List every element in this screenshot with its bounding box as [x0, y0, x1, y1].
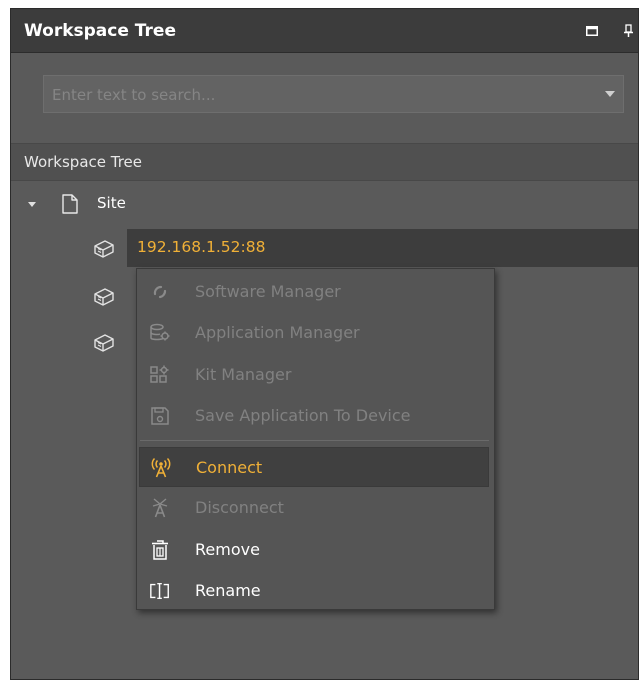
menu-item-label: Software Manager [195, 282, 341, 301]
menu-item-application-manager[interactable]: Application Manager [139, 313, 489, 353]
maximize-icon [586, 26, 598, 36]
rename-icon [149, 580, 171, 602]
device-icon [94, 240, 114, 258]
chevron-down-icon [605, 91, 615, 97]
menu-item-disconnect[interactable]: Disconnect [139, 488, 489, 528]
pin-icon [624, 24, 633, 37]
pin-button[interactable] [618, 20, 639, 42]
antenna-off-icon [149, 497, 171, 519]
menu-item-connect[interactable]: Connect [139, 447, 489, 487]
menu-item-kit-manager[interactable]: Kit Manager [139, 355, 489, 395]
menu-item-rename[interactable]: Rename [139, 571, 489, 611]
tree-node-site[interactable]: Site [11, 185, 638, 223]
device-icon [94, 288, 114, 306]
panel-title: Workspace Tree [24, 20, 176, 41]
maximize-button[interactable] [581, 20, 603, 42]
context-menu: Software Manager Application Manager Kit… [136, 268, 495, 610]
menu-item-software-manager[interactable]: Software Manager [139, 272, 489, 312]
device-icon [94, 334, 114, 352]
device-label: 192.168.1.52:88 [137, 238, 266, 256]
menu-item-save-application-to-device[interactable]: Save Application To Device [139, 396, 489, 436]
refresh-icon [149, 281, 171, 303]
search-dropdown-button[interactable] [603, 87, 617, 101]
grid-gear-icon [149, 364, 171, 386]
database-gear-icon [149, 322, 171, 344]
menu-item-remove[interactable]: Remove [139, 530, 489, 570]
search-box [43, 75, 624, 114]
workspace-tree-panel: Workspace Tree Workspace Tree [10, 8, 639, 680]
menu-item-label: Application Manager [195, 323, 360, 342]
document-icon [62, 194, 78, 214]
menu-item-label: Disconnect [195, 498, 284, 517]
trash-icon [149, 539, 171, 561]
site-label: Site [97, 194, 126, 212]
save-icon [149, 405, 171, 427]
menu-item-label: Connect [196, 458, 263, 477]
menu-item-label: Remove [195, 540, 260, 559]
search-input[interactable] [44, 76, 594, 114]
menu-item-label: Rename [195, 581, 261, 600]
menu-item-label: Kit Manager [195, 365, 292, 384]
tree-section-header: Workspace Tree [11, 143, 638, 181]
caret-down-icon[interactable] [26, 198, 38, 210]
tree-node-device-selected[interactable]: 192.168.1.52:88 [127, 229, 638, 267]
menu-item-label: Save Application To Device [195, 406, 411, 425]
menu-separator [140, 440, 489, 441]
panel-titlebar: Workspace Tree [11, 9, 638, 53]
antenna-icon [150, 457, 172, 479]
